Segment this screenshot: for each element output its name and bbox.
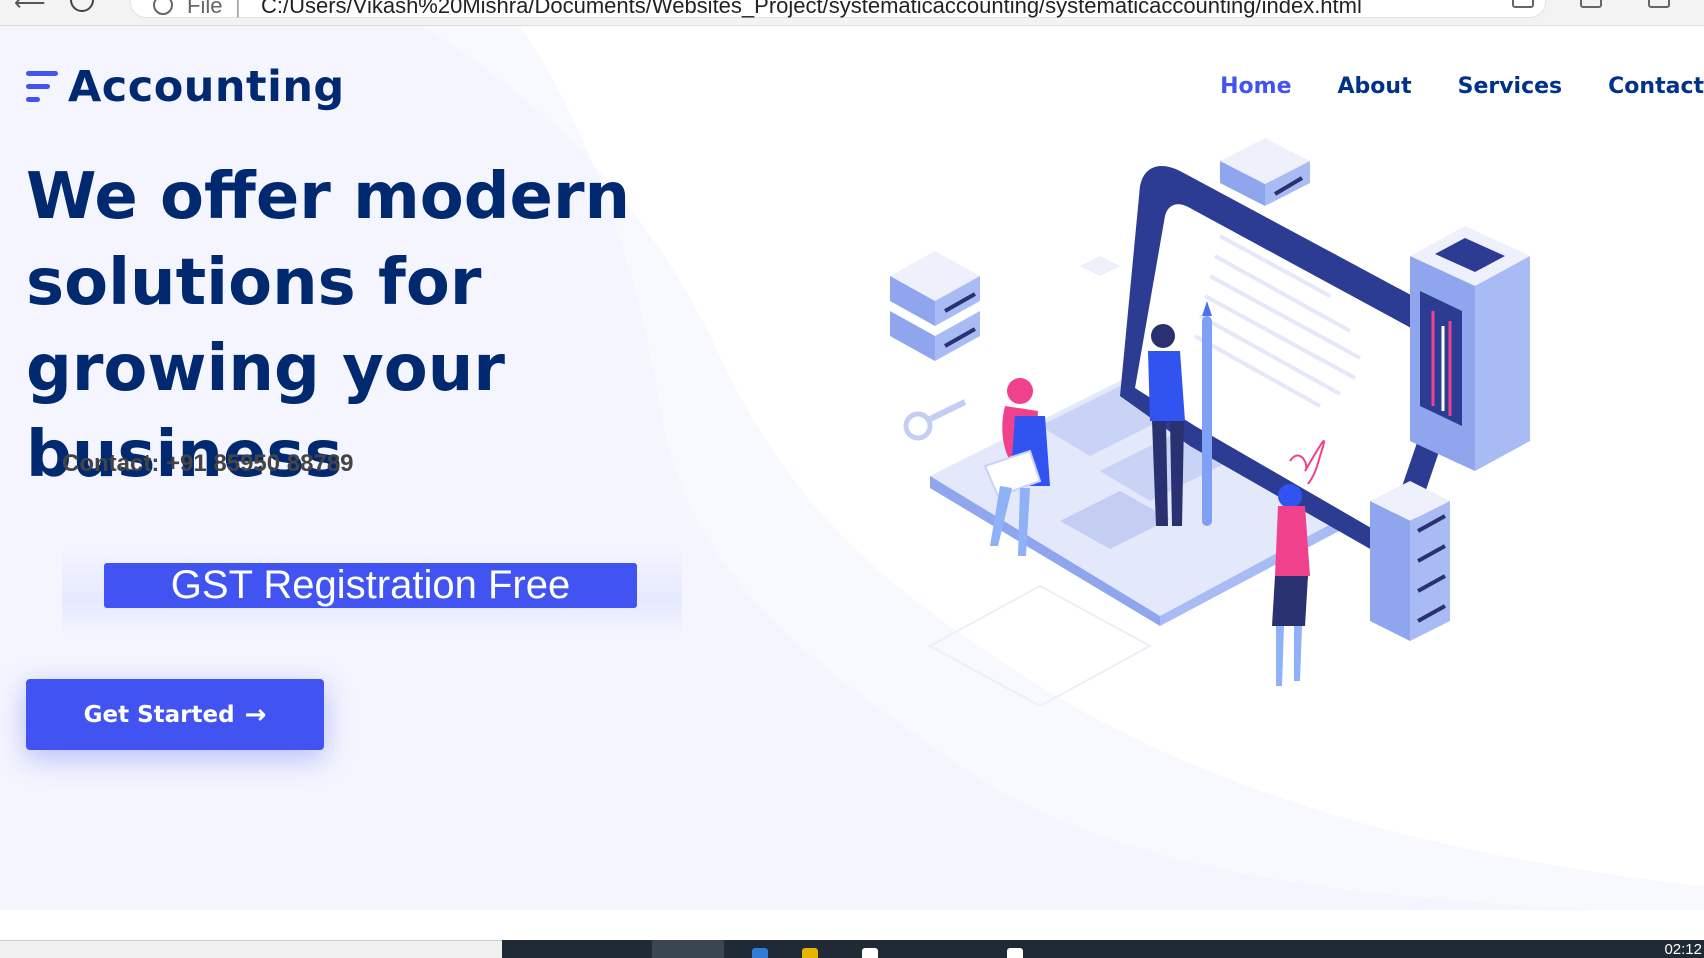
get-started-button[interactable]: Get Started → [26, 679, 324, 750]
contact-info: Contact: +91 85950 88789 [62, 450, 354, 477]
get-started-label: Get Started [83, 701, 235, 728]
taskbar-clock[interactable]: 02:12 [1664, 941, 1702, 958]
nav-contact[interactable]: Contact [1608, 74, 1704, 99]
read-aloud-icon[interactable] [1512, 0, 1534, 8]
hero-headline: We offer modern solutions for growing yo… [26, 160, 631, 492]
logo-text: Accounting [68, 62, 345, 112]
browser-toolbar: ⟵ File | C:/Users/Vikash%20Mishra/Docume… [0, 0, 1704, 26]
favorites-icon[interactable] [1580, 0, 1602, 8]
url-scheme: File [187, 0, 223, 18]
arrow-right-icon: → [244, 699, 267, 730]
back-arrow-icon[interactable]: ⟵ [14, 0, 46, 15]
logo-mark-icon [26, 67, 58, 107]
url-text[interactable]: C:/Users/Vikash%20Mishra/Documents/Websi… [261, 0, 1362, 19]
vscode-taskbar-icon[interactable] [752, 948, 768, 958]
url-separator: | [235, 0, 241, 18]
edge-browser-taskbar-icon[interactable] [652, 940, 724, 958]
file-explorer-taskbar-icon[interactable] [802, 948, 818, 958]
nav-home[interactable]: Home [1220, 74, 1291, 99]
brand-logo[interactable]: Accounting [26, 62, 345, 112]
main-nav: Home About Services Contact [1174, 74, 1704, 99]
app-taskbar-icon[interactable] [1007, 948, 1023, 958]
gst-banner: GST Registration Free [104, 563, 637, 608]
landing-page: Accounting Home About Services Contact W… [0, 26, 1704, 910]
taskbar-apps: 02:12 [502, 940, 1704, 958]
collections-icon[interactable] [1648, 0, 1670, 8]
reload-icon[interactable] [70, 0, 94, 12]
nav-about[interactable]: About [1338, 74, 1412, 99]
accounting-illustration [890, 138, 1530, 708]
address-bar[interactable]: File | C:/Users/Vikash%20Mishra/Document… [130, 0, 1546, 18]
nav-services[interactable]: Services [1458, 74, 1563, 99]
app-taskbar-icon[interactable] [862, 948, 878, 958]
page-footer-gap [0, 910, 1704, 920]
info-icon[interactable] [153, 0, 173, 15]
